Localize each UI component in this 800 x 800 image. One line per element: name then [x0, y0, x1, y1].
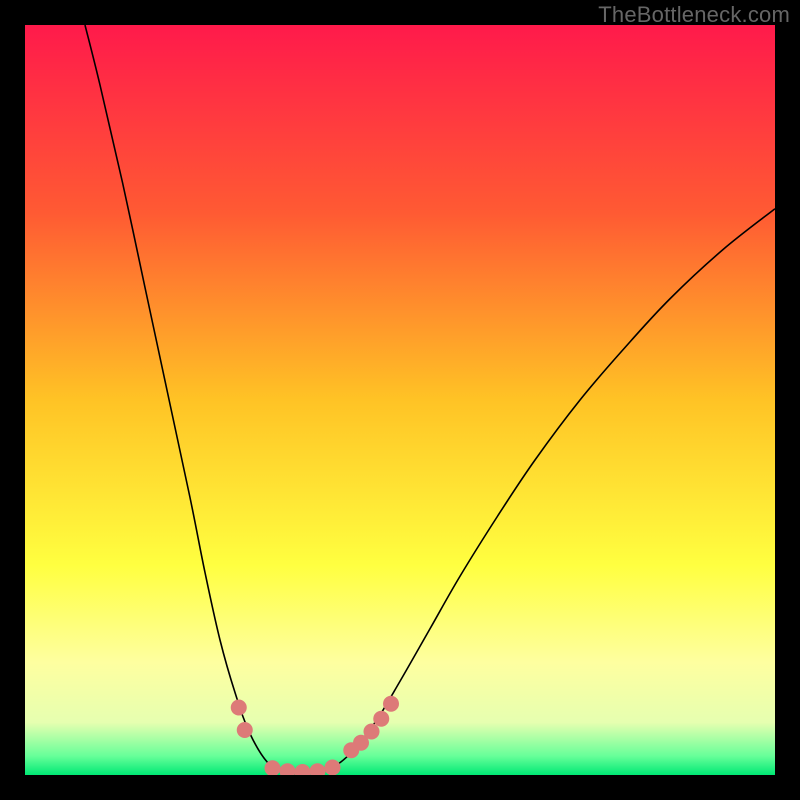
- data-marker: [364, 724, 380, 740]
- data-marker: [373, 711, 389, 727]
- data-marker: [231, 700, 247, 716]
- bottleneck-chart: [25, 25, 775, 775]
- watermark-text: TheBottleneck.com: [598, 2, 790, 28]
- data-marker: [237, 722, 253, 738]
- chart-frame: TheBottleneck.com: [0, 0, 800, 800]
- data-marker: [383, 696, 399, 712]
- data-marker: [325, 760, 341, 776]
- gradient-background: [25, 25, 775, 775]
